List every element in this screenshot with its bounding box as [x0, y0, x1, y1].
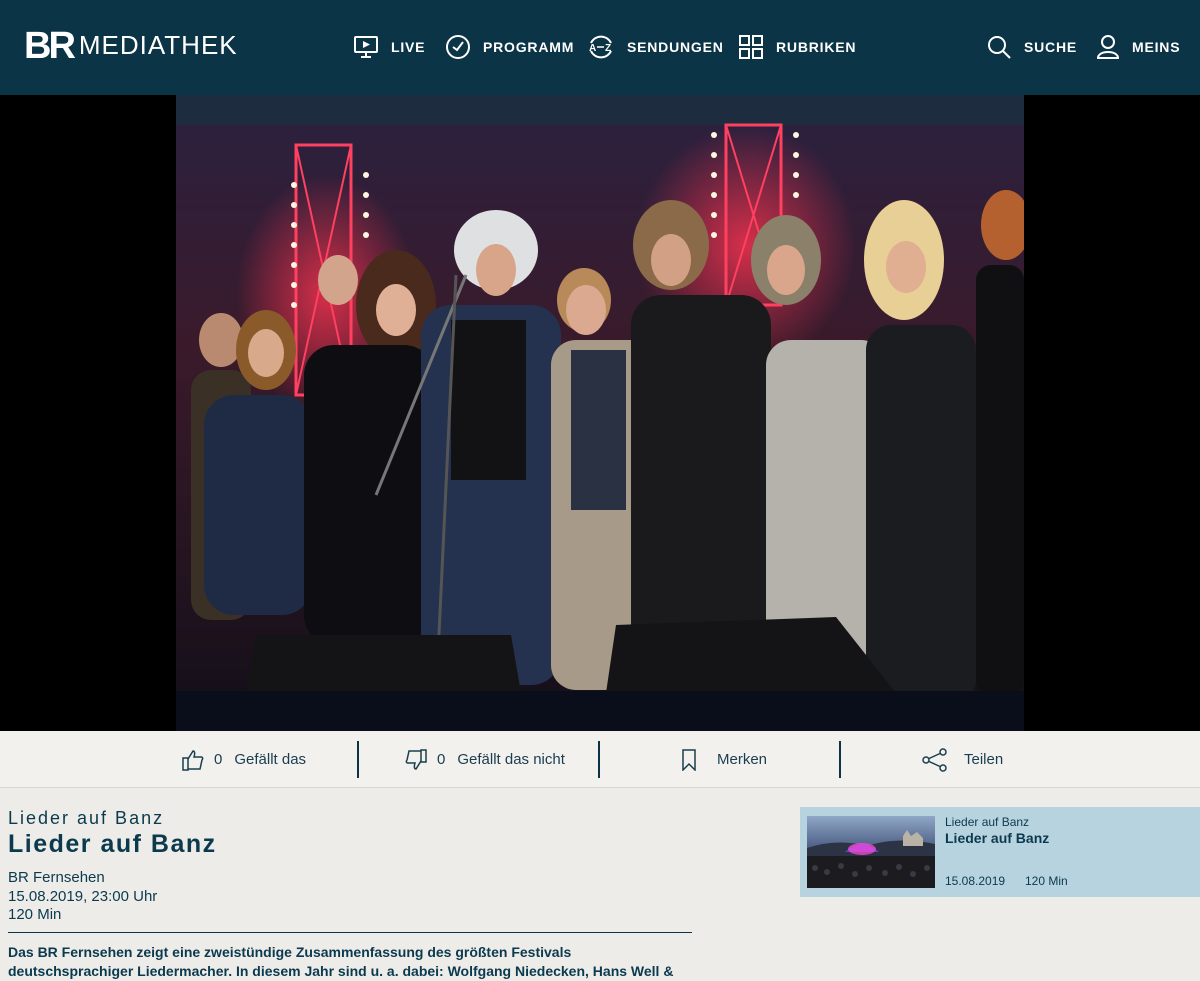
share-icon [922, 747, 947, 772]
related-video-title: Lieder auf Banz [945, 830, 1050, 846]
video-player[interactable] [0, 95, 1200, 731]
bookmark-label: Merken [717, 751, 768, 768]
search-button[interactable]: SUCHE [986, 32, 1077, 62]
related-video-kicker: Lieder auf Banz [945, 815, 1030, 829]
nav-item-sendungen[interactable]: A Z SENDUNGEN [587, 32, 724, 62]
a-z-icon: A Z [589, 35, 612, 59]
related-video-thumbnail[interactable] [807, 816, 935, 888]
nav-item-programm[interactable]: PROGRAMM [445, 32, 574, 62]
episode-duration: 120 Min [8, 906, 62, 923]
action-divider [357, 741, 359, 778]
related-video-duration: 120 Min [1025, 874, 1068, 888]
nav-label-sendungen: SENDUNGEN [627, 39, 724, 55]
account-label: MEINS [1132, 39, 1181, 55]
search-label: SUCHE [1024, 39, 1078, 55]
main-nav: LIVE PROGRAMM A Z SENDUNGEN RUBRIKEN SUC… [0, 32, 1200, 62]
video-still-image[interactable] [176, 95, 1024, 731]
nav-label-live: LIVE [391, 39, 426, 55]
thumbs-down-icon [405, 748, 427, 770]
info-divider [8, 932, 692, 933]
dislike-label: Gefällt das nicht [457, 751, 565, 768]
share-label: Teilen [964, 751, 1004, 768]
top-navigation-bar: BR MEDIATHEK LIVE PROGRAMM A Z SENDUNGEN… [0, 0, 1200, 95]
episode-channel[interactable]: BR Fernsehen [8, 869, 105, 886]
nav-label-rubriken: RUBRIKEN [776, 39, 857, 55]
like-count: 0 [214, 751, 223, 768]
thumbs-up-icon [182, 749, 204, 771]
episode-description: Das BR Fernsehen zeigt eine zweistündige… [8, 944, 674, 979]
video-action-bar: 0 Gefällt das 0 Gefällt das nicht Merken… [0, 731, 1200, 788]
user-icon [1096, 35, 1120, 59]
dislike-button[interactable]: 0 Gefällt das nicht [405, 731, 565, 788]
episode-airdate: 15.08.2019, 23:00 Uhr [8, 888, 158, 905]
live-tv-icon [354, 36, 378, 58]
clock-icon [446, 35, 470, 59]
svg-text:Z: Z [605, 43, 612, 54]
concert-stage-image [176, 95, 1024, 731]
nav-item-live[interactable]: LIVE [353, 32, 425, 62]
share-button[interactable]: Teilen [922, 731, 1003, 788]
nav-label-programm: PROGRAMM [483, 39, 575, 55]
episode-kicker: Lieder auf Banz [8, 808, 165, 828]
like-label: Gefällt das [234, 751, 307, 768]
svg-text:A: A [589, 43, 597, 54]
related-video-date: 15.08.2019 [945, 874, 1006, 888]
action-divider [839, 741, 841, 778]
dislike-count: 0 [437, 751, 446, 768]
episode-title: Lieder auf Banz [8, 830, 217, 858]
festival-thumbnail-image [807, 816, 935, 888]
nav-item-rubriken[interactable]: RUBRIKEN [738, 32, 856, 62]
bookmark-icon [682, 748, 696, 771]
account-button[interactable]: MEINS [1096, 32, 1180, 62]
action-divider [598, 741, 600, 778]
bookmark-button[interactable]: Merken [681, 731, 767, 788]
like-button[interactable]: 0 Gefällt das [182, 731, 306, 788]
related-video-card[interactable]: Lieder auf Banz Lieder auf Banz 15.08.20… [800, 807, 1200, 897]
search-icon [988, 36, 1011, 59]
grid-icon [739, 35, 763, 59]
